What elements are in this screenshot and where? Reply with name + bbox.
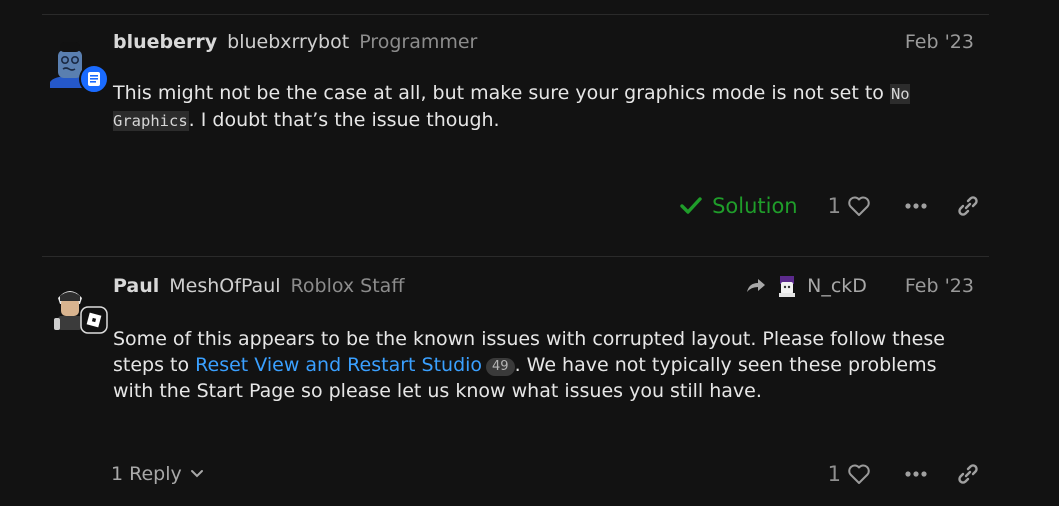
solution-label: Solution [712, 194, 798, 218]
username[interactable]: blueberry [113, 31, 217, 53]
more-button[interactable] [905, 202, 927, 210]
reply-to-username: N_ckD [807, 275, 867, 297]
full-name[interactable]: MeshOfPaul [169, 275, 280, 297]
chevron-down-icon [190, 470, 203, 478]
share-link-button[interactable] [957, 195, 979, 217]
like-button[interactable]: 1 [828, 194, 871, 218]
replies-toggle[interactable]: 1 Reply [111, 459, 204, 489]
post-divider [42, 256, 989, 257]
link-icon [958, 464, 978, 484]
username[interactable]: Paul [113, 275, 159, 297]
reply-arrow-icon [747, 279, 766, 292]
solution-button[interactable]: Solution [680, 194, 798, 218]
reset-view-link[interactable]: Reset View and Restart Studio [195, 354, 482, 376]
link-icon [958, 196, 978, 216]
reply-to-avatar [779, 276, 796, 297]
ellipsis-icon [905, 471, 927, 477]
like-count: 1 [827, 462, 841, 486]
check-icon [680, 197, 702, 214]
reply-to-tab[interactable]: N_ckD [745, 274, 867, 298]
share-link-button[interactable] [957, 463, 979, 485]
replies-label: 1 Reply [111, 463, 182, 485]
post-actions: 1 [828, 457, 979, 491]
link-click-count: 49 [486, 358, 515, 376]
more-button[interactable] [905, 470, 927, 478]
post-actions: Solution 1 [680, 189, 979, 223]
user-title: Roblox Staff [290, 275, 405, 297]
heart-icon [848, 196, 870, 216]
roblox-badge-icon [80, 306, 108, 334]
post-body: This might not be the case at all, but m… [113, 80, 963, 134]
badge-scroll-icon [79, 64, 109, 94]
body-text: . I doubt that’s the issue though. [188, 109, 500, 131]
topic-thread: blueberry bluebxrrybot Programmer Feb '2… [0, 0, 1059, 506]
post-date[interactable]: Feb '23 [905, 275, 974, 297]
user-title: Programmer [359, 31, 478, 53]
ellipsis-icon [905, 203, 927, 209]
post-meta: blueberry bluebxrrybot Programmer Feb '2… [113, 30, 974, 54]
post-meta: Paul MeshOfPaul Roblox Staff N_ckD Feb '… [113, 274, 974, 298]
heart-icon [848, 464, 870, 484]
like-count: 1 [827, 194, 841, 218]
full-name[interactable]: bluebxrrybot [227, 31, 349, 53]
post-body: Some of this appears to be the known iss… [113, 326, 963, 404]
like-button[interactable]: 1 [828, 462, 871, 486]
body-text: This might not be the case at all, but m… [113, 82, 890, 104]
post-divider [42, 14, 989, 15]
post-date[interactable]: Feb '23 [905, 31, 974, 53]
